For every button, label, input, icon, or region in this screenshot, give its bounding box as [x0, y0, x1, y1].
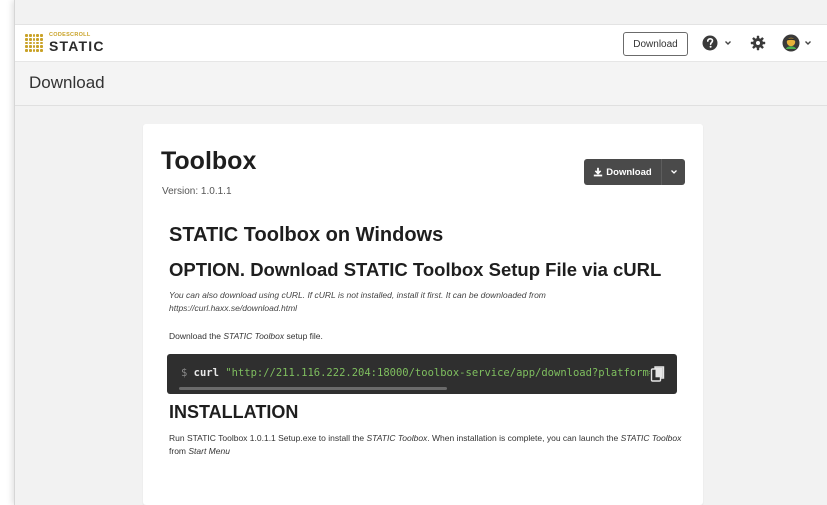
- heading-windows: STATIC Toolbox on Windows: [169, 224, 444, 246]
- chevron-down-icon: [670, 170, 677, 174]
- top-navbar: CODESCROLL STATIC Download: [15, 24, 827, 62]
- install-emphasis-1: STATIC Toolbox: [366, 433, 428, 443]
- lead-text-start: Download the: [169, 331, 224, 341]
- avatar-chevron-down-icon[interactable]: [804, 39, 812, 47]
- card-title: Toolbox: [161, 147, 257, 175]
- lead-text-end: setup file.: [284, 331, 323, 341]
- download-split-button: Download: [584, 159, 685, 185]
- download-instruction: Download the STATIC Toolbox setup file.: [169, 331, 323, 341]
- install-text-3: from: [169, 446, 189, 457]
- header-download-button[interactable]: Download: [623, 32, 688, 56]
- avatar-icon[interactable]: [782, 34, 800, 52]
- version-value: 1.0.1.1: [200, 186, 232, 197]
- version-info: Version: 1.0.1.1: [162, 186, 232, 197]
- code-command: curl: [193, 367, 219, 379]
- copy-icon[interactable]: [650, 365, 666, 383]
- curl-code-block[interactable]: $ curl "http://211.116.222.204:18000/too…: [167, 354, 677, 394]
- app-window: CODESCROLL STATIC Download Download Tool…: [14, 0, 827, 505]
- page-header: Download: [15, 62, 827, 106]
- code-url: "http://211.116.222.204:18000/toolbox-se…: [225, 367, 656, 379]
- install-emphasis-3: Start Menu: [188, 446, 230, 457]
- gear-icon[interactable]: [750, 35, 766, 51]
- lead-emphasis: STATIC Toolbox: [223, 331, 285, 341]
- version-label: Version:: [162, 186, 199, 197]
- logo-title: STATIC: [49, 38, 105, 55]
- logo-text: CODESCROLL STATIC: [49, 32, 105, 55]
- heading-option-curl: OPTION. Download STATIC Toolbox Setup Fi…: [169, 259, 662, 280]
- help-icon[interactable]: [702, 35, 718, 51]
- installation-text: Run STATIC Toolbox 1.0.1.1 Setup.exe to …: [169, 432, 689, 458]
- download-button-label: Download: [606, 166, 652, 178]
- help-chevron-down-icon[interactable]: [724, 39, 732, 47]
- logo-grid-icon: [25, 34, 43, 52]
- install-text-1: Run STATIC Toolbox 1.0.1.1 Setup.exe to …: [169, 433, 367, 443]
- download-icon: [594, 167, 603, 177]
- download-dropdown-toggle[interactable]: [661, 159, 685, 185]
- logo[interactable]: CODESCROLL STATIC: [25, 32, 105, 54]
- page-title: Download: [29, 73, 105, 92]
- heading-installation: INSTALLATION: [169, 402, 299, 422]
- install-text-2: . When installation is complete, you can…: [427, 433, 621, 443]
- code-prompt: $: [181, 367, 188, 379]
- install-emphasis-2: STATIC Toolbox: [620, 433, 682, 443]
- code-horizontal-scrollbar[interactable]: [179, 387, 447, 390]
- download-button[interactable]: Download: [584, 159, 661, 185]
- toolbox-card: Toolbox Version: 1.0.1.1 Download STATIC…: [143, 124, 703, 505]
- code-line: $ curl "http://211.116.222.204:18000/too…: [181, 367, 655, 379]
- curl-note: You can also download using cURL. If cUR…: [169, 290, 546, 313]
